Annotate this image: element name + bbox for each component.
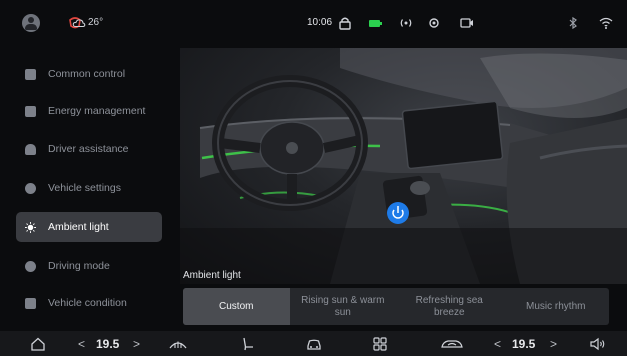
option-rising-sun[interactable]: Rising sun & warm sun (290, 288, 397, 325)
sidebar-item-driving-mode[interactable]: Driving mode (16, 251, 162, 281)
driver-temp-up-button[interactable]: > (133, 336, 140, 352)
option-custom[interactable]: Custom (183, 288, 290, 325)
sidebar-item-label: Vehicle condition (48, 297, 127, 309)
wifi-icon (599, 17, 613, 29)
sidebar-item-label: Common control (48, 68, 126, 80)
sun-icon (25, 221, 36, 233)
sidebar-item-energy-management[interactable]: Energy management (16, 96, 162, 126)
sidebar-item-driver-assistance[interactable]: Driver assistance (16, 134, 162, 164)
signal-broadcast-icon (400, 19, 412, 27)
section-title: Ambient light (183, 270, 241, 281)
sidebar-item-label: Energy management (48, 105, 146, 117)
bottom-dock: < 19.5 > < 19.5 > (0, 331, 627, 356)
chart-icon (25, 297, 36, 309)
gauge-icon (25, 260, 36, 272)
sidebar-item-label: Driving mode (48, 260, 110, 272)
car-interior-image (180, 48, 627, 284)
passenger-temp-up-button[interactable]: > (550, 336, 557, 352)
sidebar-item-vehicle-settings[interactable]: Vehicle settings (16, 173, 162, 203)
battery-status-icon (369, 20, 382, 27)
ambient-theme-selector: Custom Rising sun & warm sun Refreshing … (183, 288, 609, 325)
defrost-icon[interactable] (168, 336, 188, 352)
sidebar-item-common-control[interactable]: Common control (16, 59, 162, 89)
car-front-icon (25, 143, 36, 155)
sidebar-item-label: Driver assistance (48, 143, 129, 155)
sidebar-item-label: Vehicle settings (48, 182, 121, 194)
driver-temperature: 19.5 (96, 337, 120, 351)
location-icon (429, 18, 439, 28)
ambient-power-button[interactable] (387, 202, 409, 224)
lock-icon[interactable] (337, 15, 353, 31)
battery-icon (25, 105, 36, 117)
bluetooth-icon (569, 16, 577, 30)
air-recirculation-icon[interactable] (440, 336, 464, 352)
outside-temperature: 26° (88, 17, 104, 28)
volume-icon[interactable] (589, 336, 607, 352)
center-display (401, 100, 504, 170)
status-bar: 26° 10:06 (0, 0, 627, 50)
car-icon[interactable] (305, 336, 323, 352)
clock: 10:06 (307, 17, 333, 28)
dashcam-icon (460, 18, 473, 28)
seat-icon[interactable] (240, 336, 256, 352)
gear-icon (25, 182, 36, 194)
avatar[interactable] (22, 14, 40, 32)
cloud-icon (72, 19, 86, 28)
grid-icon (25, 68, 36, 80)
sidebar-item-vehicle-condition[interactable]: Vehicle condition (16, 288, 162, 318)
driver-temp-down-button[interactable]: < (78, 336, 85, 352)
option-music-rhythm[interactable]: Music rhythm (503, 288, 610, 325)
option-sea-breeze[interactable]: Refreshing sea breeze (396, 288, 503, 325)
apps-grid-icon[interactable] (373, 336, 387, 352)
passenger-temperature: 19.5 (512, 337, 536, 351)
passenger-temp-down-button[interactable]: < (494, 336, 501, 352)
steering-wheel (212, 75, 368, 211)
sidebar-item-ambient-light[interactable]: Ambient light (16, 212, 162, 242)
home-icon[interactable] (30, 336, 46, 352)
sidebar-item-label: Ambient light (48, 221, 109, 233)
